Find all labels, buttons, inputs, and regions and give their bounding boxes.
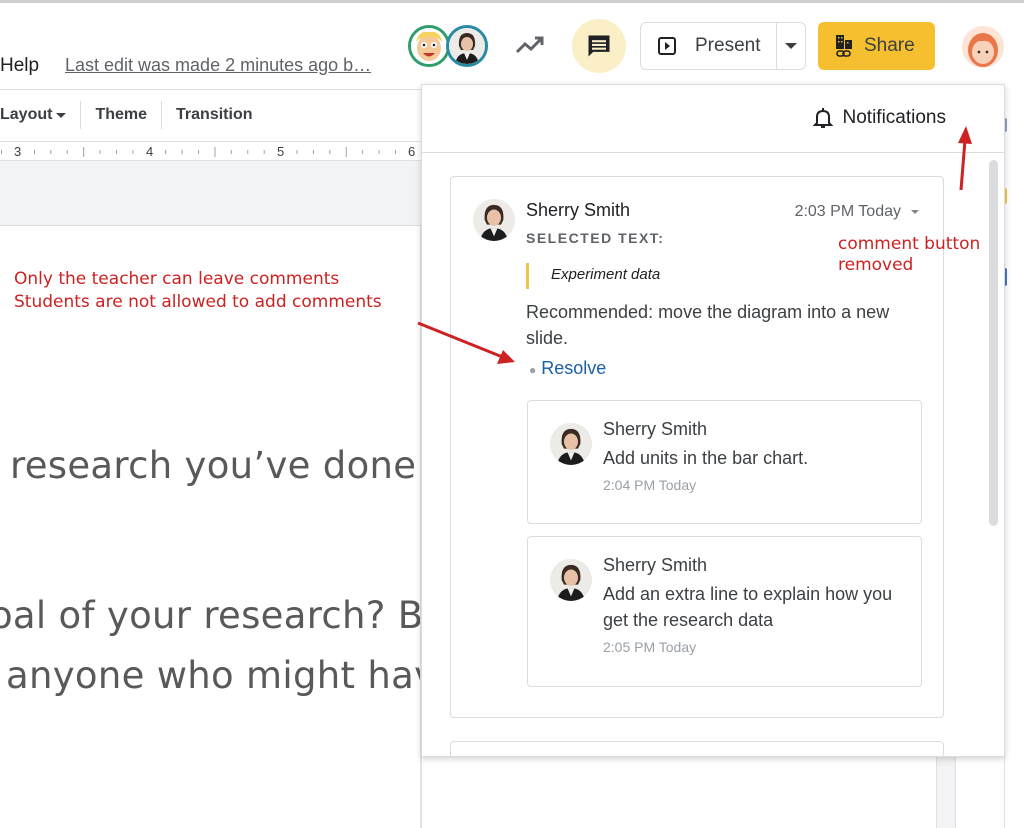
ruler-number: 5: [277, 144, 285, 159]
selected-text: Experiment data: [551, 266, 661, 283]
panel-header: Notifications: [422, 85, 1004, 153]
window-top-border: [0, 0, 1024, 3]
share-label: Share: [864, 35, 915, 56]
present-button-group: Present: [640, 22, 806, 70]
sherry-smith-avatar[interactable]: [446, 25, 488, 67]
horizontal-ruler: 3 4 5 6: [0, 141, 422, 161]
toolbar-transition-label: Transition: [176, 106, 253, 123]
reply-card[interactable]: Sherry Smith Add units in the bar chart.…: [527, 400, 922, 524]
toolbar-layout-label: Layout: [0, 106, 53, 123]
chevron-down-icon: [785, 43, 797, 49]
share-building-link-icon: [836, 35, 852, 57]
reply-time: 2:05 PM Today: [603, 639, 697, 655]
menu-help[interactable]: Help: [0, 55, 39, 77]
annotation-right-line2: removed: [838, 255, 914, 275]
collaborator-avatars: [408, 25, 492, 67]
chevron-down-icon: [911, 210, 919, 214]
toolbar-transition-button[interactable]: Transition: [162, 106, 266, 124]
comment-body: Recommended: move the diagram into a new…: [526, 302, 890, 348]
toolbar-theme-button[interactable]: Theme: [81, 106, 161, 124]
share-button[interactable]: Share: [818, 22, 935, 70]
present-options-dropdown[interactable]: [777, 23, 805, 69]
reply-text: Add an extra line to explain how you get…: [603, 584, 893, 630]
toolbar-layout-button[interactable]: Layout: [0, 106, 80, 124]
comment-history-button[interactable]: [572, 19, 626, 73]
user-account-avatar[interactable]: [962, 26, 1004, 68]
annotation-left-line2: Students are not allowed to add comments: [14, 292, 382, 312]
selected-text-label: SELECTED TEXT:: [526, 230, 665, 246]
last-edit-link[interactable]: Last edit was made 2 minutes ago b…: [65, 55, 371, 76]
bell-icon: [812, 108, 833, 128]
slide-text-line[interactable]: anyone who might hav: [6, 654, 420, 697]
annotation-right-line1: comment button: [838, 234, 981, 254]
resolve-button[interactable]: ● Resolve: [529, 358, 606, 379]
slides-toolbar: Layout Theme Transition: [0, 100, 266, 130]
present-icon: [658, 37, 676, 55]
panel-scrollbar[interactable]: [989, 160, 998, 526]
ruler-number: 4: [146, 144, 154, 159]
author-avatar: [473, 199, 515, 241]
next-comment-card[interactable]: [450, 741, 944, 756]
reply-author-avatar: [550, 559, 592, 601]
menu-divider: [0, 89, 422, 90]
slide-canvas[interactable]: research you’ve done oal of your researc…: [0, 226, 422, 828]
notifications-label: Notifications: [842, 107, 947, 128]
ruler-number: 3: [14, 144, 22, 159]
comment-icon: [588, 35, 610, 57]
notifications-button[interactable]: Notifications: [812, 107, 947, 129]
reply-author: Sherry Smith: [603, 555, 708, 575]
present-button[interactable]: Present: [641, 23, 777, 69]
reply-text: Add units in the bar chart.: [603, 448, 809, 468]
reply-time: 2:04 PM Today: [603, 477, 697, 493]
ruler-number: 6: [408, 144, 416, 159]
quote-bar: [526, 263, 529, 289]
filmstrip-scroll-track: [936, 755, 956, 828]
comment-history-panel: Notifications Sherry Smith 2:03 PM Today…: [421, 84, 1005, 757]
trending-up-icon[interactable]: [513, 30, 547, 60]
bullet-dot: ●: [529, 363, 537, 377]
slide-text-line[interactable]: research you’ve done: [10, 444, 416, 487]
comment-author: Sherry Smith: [526, 200, 631, 220]
present-label: Present: [695, 35, 761, 56]
annotation-left-line1: Only the teacher can leave comments: [14, 269, 340, 289]
comment-time-menu[interactable]: 2:03 PM Today: [795, 203, 919, 221]
resolve-label: Resolve: [541, 358, 607, 378]
reply-author-avatar: [550, 423, 592, 465]
cartoon-boy-avatar[interactable]: [408, 25, 450, 67]
slide-text-line[interactable]: oal of your research? Be: [0, 594, 420, 637]
comment-time: 2:03 PM Today: [794, 203, 901, 220]
reply-card[interactable]: Sherry Smith Add an extra line to explai…: [527, 536, 922, 687]
chevron-down-icon: [56, 112, 67, 118]
toolbar-theme-label: Theme: [95, 106, 148, 123]
reply-author: Sherry Smith: [603, 419, 708, 439]
canvas-background: [0, 161, 422, 226]
